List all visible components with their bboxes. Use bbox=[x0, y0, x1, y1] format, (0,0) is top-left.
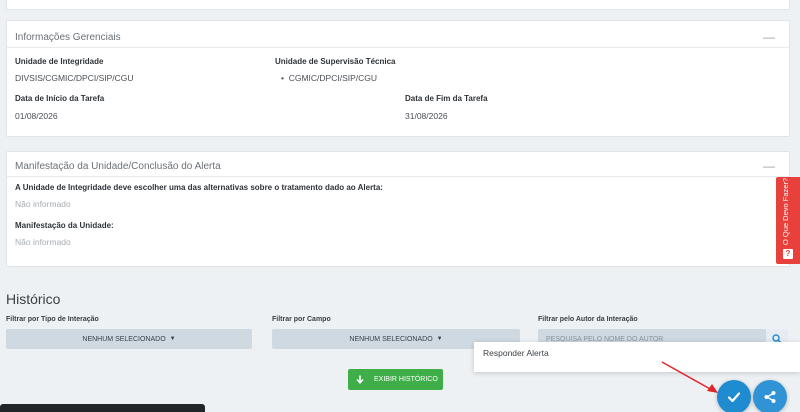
unidade-supervisao-item: • CGMIC/DPCI/SIP/CGU bbox=[281, 73, 378, 83]
share-fab-button[interactable] bbox=[753, 380, 787, 412]
manifestacao-value: Não informado bbox=[15, 237, 71, 247]
unidade-integridade-value: DIVSIS/CGMIC/DPCI/SIP/CGU bbox=[15, 73, 134, 83]
filter-tipo-value: NENHUM SELECIONADO bbox=[82, 335, 166, 343]
manifest-panel-collapse-icon[interactable]: — bbox=[763, 160, 775, 172]
unidade-integridade-label: Unidade de Integridade bbox=[15, 57, 104, 66]
exibir-historico-button[interactable]: EXIBIR HISTÓRICO bbox=[348, 369, 443, 390]
share-icon bbox=[764, 391, 776, 403]
historico-title: Histórico bbox=[6, 291, 61, 307]
data-fim-value: 31/08/2026 bbox=[405, 111, 448, 121]
data-inicio-label: Data de Início da Tarefa bbox=[15, 94, 105, 103]
unidade-supervisao-label: Unidade de Supervisão Técnica bbox=[275, 57, 396, 66]
info-panel: Informações Gerenciais — Unidade de Inte… bbox=[6, 20, 790, 137]
manifestacao-label: Manifestação da Unidade: bbox=[15, 221, 114, 230]
data-inicio-value: 01/08/2026 bbox=[15, 111, 58, 121]
question-label: A Unidade de Integridade deve escolher u… bbox=[15, 183, 383, 192]
filter-campo-label: Filtrar por Campo bbox=[272, 316, 331, 323]
data-fim-label: Data de Fim da Tarefa bbox=[405, 94, 488, 103]
filter-tipo-select[interactable]: NENHUM SELECIONADO ▼ bbox=[6, 329, 252, 349]
info-panel-collapse-icon[interactable]: — bbox=[763, 31, 775, 43]
help-side-tab-label: O Que Devo Fazer? bbox=[781, 177, 790, 245]
check-icon bbox=[727, 392, 741, 403]
manifest-panel-title: Manifestação da Unidade/Conclusão do Ale… bbox=[15, 161, 221, 172]
exibir-historico-label: EXIBIR HISTÓRICO bbox=[374, 376, 438, 383]
responder-fab-button[interactable] bbox=[717, 380, 751, 412]
caret-down-icon: ▼ bbox=[436, 336, 443, 342]
question-icon: ? bbox=[783, 249, 793, 259]
manifest-panel: Manifestação da Unidade/Conclusão do Ale… bbox=[6, 151, 790, 267]
help-side-tab[interactable]: O Que Devo Fazer? ? bbox=[776, 177, 800, 264]
responder-alerta-popup[interactable]: Responder Alerta bbox=[474, 342, 800, 372]
arrow-down-icon bbox=[356, 375, 364, 384]
question-value: Não informado bbox=[15, 199, 71, 209]
divider bbox=[7, 47, 789, 48]
previous-panel bbox=[6, 0, 790, 10]
filter-campo-value: NENHUM SELECIONADO bbox=[349, 335, 433, 343]
responder-alerta-label: Responder Alerta bbox=[483, 348, 549, 358]
info-panel-title: Informações Gerenciais bbox=[15, 32, 121, 43]
divider bbox=[7, 176, 789, 177]
caret-down-icon: ▼ bbox=[169, 336, 176, 342]
annotation-arrow bbox=[661, 361, 718, 393]
bottom-toolbar bbox=[0, 404, 205, 412]
filter-autor-label: Filtrar pelo Autor da Interação bbox=[538, 316, 638, 323]
filter-tipo-label: Filtrar por Tipo de Interação bbox=[6, 316, 99, 323]
